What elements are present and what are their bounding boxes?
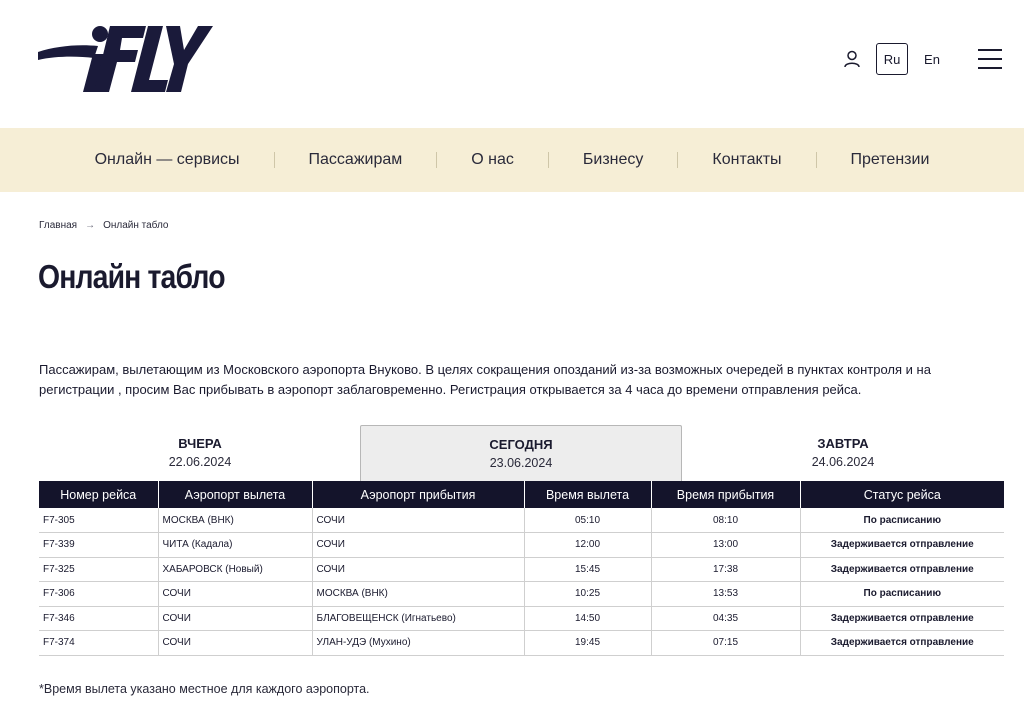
column-header-arrival-time: Время прибытия — [651, 481, 801, 508]
table-row: F7-346 СОЧИ БЛАГОВЕЩЕНСК (Игнатьево) 14:… — [39, 606, 1004, 631]
departure-time: 05:10 — [524, 508, 652, 533]
menu-icon-bar — [978, 58, 1002, 60]
table-row: F7-374 СОЧИ УЛАН-УДЭ (Мухино) 19:45 07:1… — [39, 630, 1004, 656]
arrival-time: 07:15 — [651, 630, 801, 656]
tab-date: 22.06.2024 — [168, 455, 232, 469]
departure-airport: ХАБАРОВСК (Новый) — [158, 557, 313, 582]
intro-text: Пассажирам, вылетающим из Московского аэ… — [39, 362, 931, 397]
nav-item-contacts[interactable]: Контакты — [678, 151, 815, 169]
page-title: Онлайн табло — [38, 258, 226, 295]
arrival-airport: СОЧИ — [312, 532, 525, 558]
arrow-right-icon: → — [85, 220, 96, 231]
arrival-time: 13:00 — [651, 532, 801, 558]
departure-time: 19:45 — [524, 630, 652, 656]
arrival-time: 13:53 — [651, 581, 801, 607]
tab-today[interactable]: СЕГОДНЯ 23.06.2024 — [360, 425, 682, 481]
flight-number: F7-339 — [39, 532, 159, 558]
menu-icon-bar — [978, 67, 1002, 69]
flight-number: F7-305 — [39, 508, 159, 533]
column-header-flight-number: Номер рейса — [39, 481, 159, 508]
table-row: F7-339 ЧИТА (Кадала) СОЧИ 12:00 13:00 За… — [39, 532, 1004, 558]
flight-status: Задерживается отправление — [800, 606, 1004, 631]
breadcrumb-home-link[interactable]: Главная — [39, 220, 77, 231]
flight-status: Задерживается отправление — [800, 557, 1004, 582]
tab-date: 23.06.2024 — [489, 456, 553, 470]
departure-time: 10:25 — [524, 581, 652, 607]
nav-item-claims[interactable]: Претензии — [817, 151, 964, 169]
departure-time: 15:45 — [524, 557, 652, 582]
column-header-arrival-airport: Аэропорт прибытия — [312, 481, 525, 508]
flights-table: Номер рейса Аэропорт вылета Аэропорт при… — [39, 481, 1004, 656]
arrival-time: 04:35 — [651, 606, 801, 631]
column-header-departure-time: Время вылета — [524, 481, 652, 508]
departure-airport: СОЧИ — [158, 581, 313, 607]
table-header-row: Номер рейса Аэропорт вылета Аэропорт при… — [39, 481, 1004, 508]
arrival-time: 08:10 — [651, 508, 801, 533]
menu-icon[interactable] — [978, 49, 1002, 69]
tab-label: ЗАВТРА — [817, 436, 869, 451]
table-row: F7-306 СОЧИ МОСКВА (ВНК) 10:25 13:53 По … — [39, 581, 1004, 607]
flight-number: F7-374 — [39, 630, 159, 656]
breadcrumb-current: Онлайн табло — [103, 220, 169, 231]
tab-date: 24.06.2024 — [811, 455, 875, 469]
logo-graphic — [38, 26, 213, 92]
departure-airport: ЧИТА (Кадала) — [158, 532, 313, 558]
column-header-departure-airport: Аэропорт вылета — [158, 481, 313, 508]
tab-yesterday[interactable]: ВЧЕРА 22.06.2024 — [39, 425, 361, 481]
breadcrumb: Главная → Онлайн табло — [39, 220, 168, 231]
flight-status: Задерживается отправление — [800, 630, 1004, 656]
arrival-airport: МОСКВА (ВНК) — [312, 581, 525, 607]
nav-item-passengers[interactable]: Пассажирам — [275, 151, 437, 169]
departure-airport: СОЧИ — [158, 606, 313, 631]
menu-icon-bar — [978, 49, 1002, 51]
arrival-airport: УЛАН-УДЭ (Мухино) — [312, 630, 525, 656]
day-tabs: ВЧЕРА 22.06.2024 СЕГОДНЯ 23.06.2024 ЗАВТ… — [39, 425, 1004, 481]
departure-airport: СОЧИ — [158, 630, 313, 656]
flight-status: Задерживается отправление — [800, 532, 1004, 558]
column-header-status: Статус рейса — [800, 481, 1004, 508]
lang-en-button[interactable]: En — [916, 43, 948, 75]
flight-number: F7-346 — [39, 606, 159, 631]
arrival-time: 17:38 — [651, 557, 801, 582]
site-header: Ru En — [0, 0, 1024, 128]
tab-tomorrow[interactable]: ЗАВТРА 24.06.2024 — [682, 425, 1004, 481]
nav-item-online-services[interactable]: Онлайн — сервисы — [61, 151, 274, 169]
flight-number: F7-325 — [39, 557, 159, 582]
arrival-airport: СОЧИ — [312, 557, 525, 582]
main-nav: Онлайн — сервисы Пассажирам О нас Бизнес… — [0, 128, 1024, 192]
departure-time: 14:50 — [524, 606, 652, 631]
arrival-airport: БЛАГОВЕЩЕНСК (Игнатьево) — [312, 606, 525, 631]
tab-label: СЕГОДНЯ — [489, 437, 553, 452]
lang-ru-button[interactable]: Ru — [876, 43, 908, 75]
user-icon[interactable] — [842, 49, 862, 69]
table-row: F7-305 МОСКВА (ВНК) СОЧИ 05:10 08:10 По … — [39, 508, 1004, 533]
arrival-airport: СОЧИ — [312, 508, 525, 533]
header-controls: Ru En — [842, 43, 1002, 75]
flight-number: F7-306 — [39, 581, 159, 607]
departure-airport: МОСКВА (ВНК) — [158, 508, 313, 533]
timezone-footnote: *Время вылета указано местное для каждог… — [39, 682, 370, 696]
table-row: F7-325 ХАБАРОВСК (Новый) СОЧИ 15:45 17:3… — [39, 557, 1004, 582]
departure-time: 12:00 — [524, 532, 652, 558]
nav-item-about[interactable]: О нас — [437, 151, 548, 169]
ifly-logo[interactable] — [38, 24, 213, 96]
tab-label: ВЧЕРА — [178, 436, 222, 451]
flight-status: По расписанию — [800, 508, 1004, 533]
nav-item-business[interactable]: Бизнесу — [549, 151, 678, 169]
flight-status: По расписанию — [800, 581, 1004, 607]
